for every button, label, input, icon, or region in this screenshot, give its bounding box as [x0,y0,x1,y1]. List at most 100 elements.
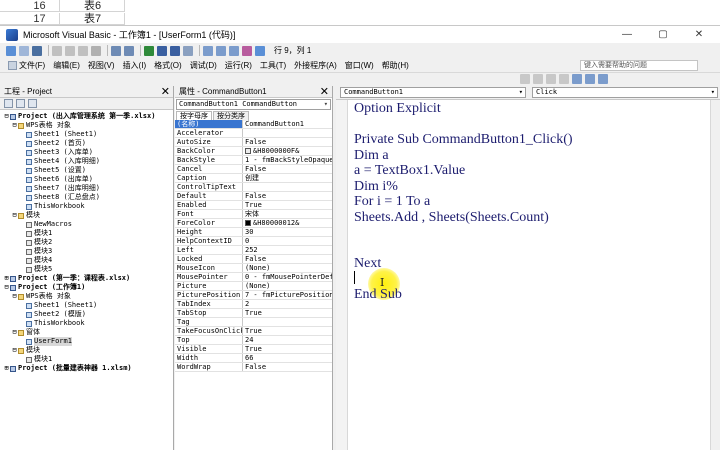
properties-window-icon[interactable] [216,45,226,56]
paste-icon[interactable] [78,45,88,56]
undo-icon[interactable] [111,45,121,56]
property-row[interactable]: WordWrap False [175,363,332,372]
run-icon[interactable] [144,45,154,56]
object-combo[interactable]: CommandButton1 ▾ [340,87,526,98]
tree-item[interactable]: NewMacros [0,220,173,229]
property-row[interactable]: HelpContextID 0 [175,237,332,246]
property-value[interactable]: False [243,165,332,173]
property-row[interactable]: TabStop True [175,309,332,318]
prev-bookmark-icon[interactable] [598,74,608,84]
property-row[interactable]: Locked False [175,255,332,264]
menu-file[interactable]: 文件(F) [8,60,45,71]
save-icon[interactable] [32,45,42,56]
property-value[interactable]: CommandButton1 [243,120,332,128]
expand-toggle-icon[interactable]: ⊞ [3,364,10,373]
toolbox-icon[interactable] [242,45,252,56]
tree-item[interactable]: ⊞ Project (批量建表神器 1.xlsm) [0,364,173,373]
property-value[interactable]: 30 [243,228,332,236]
margin-indicator-bar[interactable] [336,100,348,450]
tree-item[interactable]: 模块5 [0,265,173,274]
tree-item[interactable]: ⊟ 模块 [0,211,173,220]
property-value[interactable]: 1 - fmBackStyleOpaque [243,156,332,164]
property-value[interactable]: False [243,255,332,263]
property-row[interactable]: Tag [175,318,332,327]
tree-item[interactable]: Sheet2 (模版) [0,310,173,319]
property-row[interactable]: MouseIcon (None) [175,264,332,273]
property-value[interactable]: 0 - fmMousePointerDef [243,273,332,281]
close-icon[interactable]: ✕ [161,86,170,98]
toggle-folders-icon[interactable] [28,99,37,108]
menu-window[interactable]: 窗口(W) [345,60,374,71]
property-value[interactable]: True [243,345,332,353]
design-mode-icon[interactable] [183,45,193,56]
property-value[interactable]: False [243,138,332,146]
next-bookmark-icon[interactable] [585,74,595,84]
menu-edit[interactable]: 编辑(E) [53,60,80,71]
procedure-combo[interactable]: Click ▾ [532,87,718,98]
tree-item[interactable]: ⊟ 模块 [0,346,173,355]
expand-toggle-icon[interactable]: ⊟ [3,283,10,292]
property-row[interactable]: Enabled True [175,201,332,210]
property-row[interactable]: Default False [175,192,332,201]
tree-item[interactable]: ⊟ Project (工作簿1) [0,283,173,292]
expand-toggle-icon[interactable]: ⊟ [11,328,18,337]
property-row[interactable]: AutoSize False [175,138,332,147]
tree-item[interactable]: Sheet5 (设置) [0,166,173,175]
property-value[interactable]: (None) [243,264,332,272]
property-value[interactable]: False [243,192,332,200]
tree-item[interactable]: 模块3 [0,247,173,256]
help-search-input[interactable]: 键入需要帮助的问题 [580,60,698,71]
expand-toggle-icon[interactable]: ⊞ [3,274,10,283]
reset-icon[interactable] [170,45,180,56]
property-value[interactable]: 24 [243,336,332,344]
tree-item[interactable]: Sheet1 (Sheet1) [0,301,173,310]
tree-item[interactable]: Sheet2 (首页) [0,139,173,148]
view-object-icon[interactable] [16,99,25,108]
object-browser-icon[interactable] [229,45,239,56]
expand-toggle-icon[interactable]: ⊟ [3,112,10,121]
menu-view[interactable]: 视图(V) [88,60,115,71]
menu-help[interactable]: 帮助(H) [382,60,409,71]
menu-insert[interactable]: 插入(I) [123,60,147,71]
close-button[interactable]: ✕ [684,26,714,43]
property-value[interactable] [243,129,332,137]
property-value[interactable]: 0 [243,237,332,245]
expand-toggle-icon[interactable]: ⊟ [11,292,18,301]
expand-toggle-icon[interactable]: ⊟ [11,121,18,130]
tree-item[interactable]: ⊟ WPS表格 对象 [0,121,173,130]
property-value[interactable]: 7 - fmPicturePosition [243,291,332,299]
tree-item[interactable]: 模块1 [0,229,173,238]
view-excel-icon[interactable] [6,45,16,56]
property-value[interactable]: True [243,201,332,209]
property-row[interactable]: (名称) CommandButton1 [175,120,332,129]
tree-item[interactable]: ⊟ WPS表格 对象 [0,292,173,301]
property-row[interactable]: Cancel False [175,165,332,174]
indent-icon[interactable] [520,74,530,84]
property-row[interactable]: Width 66 [175,354,332,363]
property-row[interactable]: ControlTipText [175,183,332,192]
comment-icon[interactable] [546,74,556,84]
property-value[interactable] [243,318,332,326]
redo-icon[interactable] [124,45,134,56]
property-row[interactable]: Caption 创建 [175,174,332,183]
tree-item[interactable]: ThisWorkbook [0,202,173,211]
outdent-icon[interactable] [533,74,543,84]
help-icon[interactable] [255,45,265,56]
find-icon[interactable] [91,45,101,56]
expand-toggle-icon[interactable]: ⊟ [11,211,18,220]
property-row[interactable]: TabIndex 2 [175,300,332,309]
property-row[interactable]: ForeColor &H80000012& [175,219,332,228]
expand-toggle-icon[interactable]: ⊟ [11,346,18,355]
property-row[interactable]: Height 30 [175,228,332,237]
excel-cell[interactable]: 表6 [60,0,125,12]
copy-icon[interactable] [65,45,75,56]
tree-item[interactable]: 模块4 [0,256,173,265]
property-row[interactable]: Top 24 [175,336,332,345]
code-editor[interactable]: I Option Explicit Private Sub CommandButt… [336,100,720,450]
vertical-scrollbar[interactable] [710,100,720,450]
bookmark-icon[interactable] [572,74,582,84]
menu-debug[interactable]: 调试(D) [190,60,217,71]
property-row[interactable]: Accelerator [175,129,332,138]
tree-item[interactable]: Sheet1 (Sheet1) [0,130,173,139]
property-row[interactable]: Font 宋体 [175,210,332,219]
